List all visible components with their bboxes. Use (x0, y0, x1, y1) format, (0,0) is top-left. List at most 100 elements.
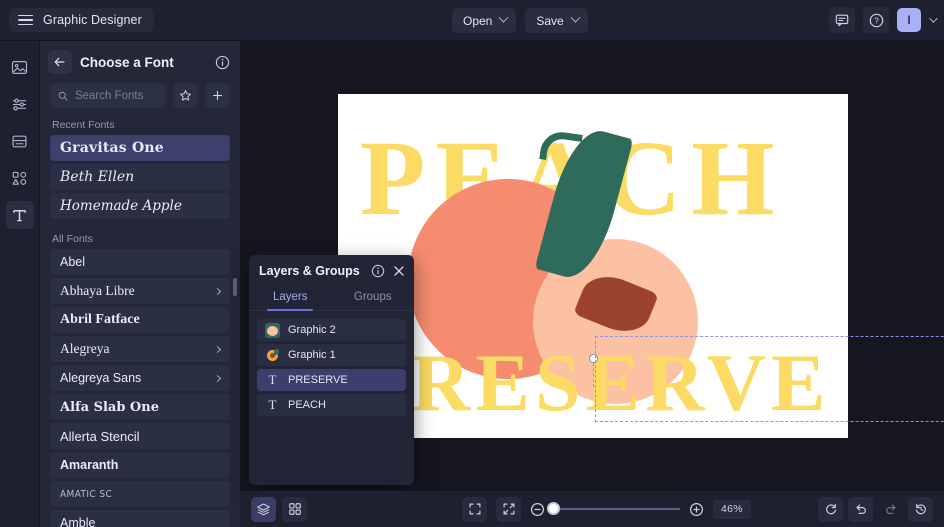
font-list-scrollbar[interactable] (233, 278, 237, 296)
collapse-arrows-icon (503, 503, 514, 515)
svg-text:?: ? (874, 16, 879, 25)
canvas-area[interactable]: PEACH PRESERVE Layers & Groups (240, 41, 944, 527)
chevron-down-icon (498, 12, 509, 23)
rail-item-layout-tool[interactable] (6, 127, 34, 155)
font-list-item[interactable]: Amble (50, 510, 230, 527)
font-list-item[interactable]: Alegreya Sans (50, 365, 230, 391)
font-list-item[interactable]: Beth Ellen (50, 164, 230, 190)
history-controls (818, 496, 933, 522)
top-bar-right: ? I (829, 7, 938, 33)
close-x-icon[interactable] (392, 264, 406, 278)
text-t-icon (13, 209, 26, 221)
open-label: Open (463, 13, 493, 28)
tool-rail (0, 41, 40, 527)
save-label: Save (536, 13, 564, 28)
zoom-slider-knob[interactable] (547, 502, 560, 515)
refresh-button[interactable] (818, 496, 843, 522)
chevron-down-icon[interactable] (929, 14, 938, 23)
font-panel-title: Choose a Font (80, 54, 174, 70)
layers-panel-title: Layers & Groups (259, 263, 360, 278)
font-list-item[interactable]: Abril Fatface (50, 307, 230, 333)
rail-item-shapes-tool[interactable] (6, 164, 34, 192)
info-circle-icon[interactable] (371, 264, 385, 278)
font-item-label: Alegreya (60, 341, 110, 356)
search-icon (58, 91, 68, 100)
favorite-fonts-button[interactable] (173, 83, 198, 108)
info-circle-icon[interactable] (215, 55, 230, 70)
text-t-icon: T (268, 397, 277, 412)
recent-fonts-label: Recent Fonts (52, 119, 115, 131)
grid-toggle-button[interactable] (282, 496, 307, 522)
chevron-right-icon[interactable] (213, 345, 222, 353)
redo-button[interactable] (878, 497, 903, 522)
font-list-item[interactable]: Amaranth (50, 452, 230, 478)
chevron-right-icon[interactable] (213, 287, 222, 295)
font-panel: Choose a Font Search Fonts Recent Fonts … (40, 41, 240, 527)
back-button[interactable] (48, 50, 72, 74)
font-list-item[interactable]: Abel (50, 249, 230, 275)
font-item-label: Abel (60, 255, 86, 269)
history-button[interactable] (908, 496, 933, 522)
font-list-item[interactable]: Allerta Stencil (50, 423, 230, 449)
zoom-level-value[interactable]: 46% (713, 499, 751, 519)
font-list-item[interactable]: Alegreya (50, 336, 230, 362)
redo-arrow-icon (885, 504, 896, 514)
chevron-down-icon (570, 12, 581, 23)
layer-thumbnail (265, 322, 280, 338)
add-font-button[interactable] (205, 83, 230, 108)
arrow-left-icon (54, 57, 65, 67)
layer-row[interactable]: T PEACH (257, 394, 406, 416)
layers-panel-tabs: Layers Groups (249, 286, 414, 311)
chevron-right-icon[interactable] (213, 374, 222, 382)
undo-button[interactable] (848, 496, 873, 522)
rail-item-image-tool[interactable] (6, 53, 34, 81)
zoom-slider[interactable] (547, 502, 680, 515)
font-item-label: Beth Ellen (60, 169, 135, 185)
font-list-item[interactable]: Homemade Apple (50, 193, 230, 219)
all-fonts-list: Abel Abhaya Libre Abril Fatface Alegreya Ale… (40, 249, 240, 527)
rail-item-text-tool[interactable] (5, 201, 34, 229)
avatar[interactable]: I (897, 8, 921, 32)
all-fonts-label: All Fonts (52, 233, 93, 245)
save-button[interactable]: Save (525, 8, 588, 33)
font-item-label: Abril Fatface (60, 312, 140, 327)
font-panel-header: Choose a Font (40, 41, 240, 83)
font-item-label: Abhaya Libre (60, 283, 135, 298)
font-list-item[interactable]: AMATIC SC (50, 481, 230, 507)
refresh-icon (825, 503, 836, 515)
fit-to-screen-button[interactable] (462, 496, 487, 522)
layer-row[interactable]: Graphic 2 (257, 319, 406, 341)
layer-row[interactable]: Graphic 1 (257, 344, 406, 366)
app-menu-button[interactable]: Graphic Designer (9, 8, 154, 32)
zoom-out-button[interactable] (530, 502, 545, 517)
layers-toggle-button[interactable] (251, 496, 276, 522)
font-item-label: Amble (60, 516, 96, 527)
font-list-item[interactable]: Gravitas One (50, 135, 230, 161)
layer-label: Graphic 1 (288, 349, 336, 361)
zoom-in-button[interactable] (689, 502, 704, 517)
font-item-label: AMATIC SC (60, 488, 113, 500)
layer-label: Graphic 2 (288, 324, 336, 336)
shrink-to-fit-button[interactable] (496, 496, 521, 522)
help-button[interactable]: ? (863, 7, 889, 33)
font-item-label: Gravitas One (60, 140, 164, 156)
search-input[interactable] (74, 89, 158, 102)
hamburger-icon (18, 14, 33, 26)
star-icon (180, 90, 191, 101)
font-list-item[interactable]: Abhaya Libre (50, 278, 230, 304)
open-button[interactable]: Open (452, 8, 517, 33)
layer-row[interactable]: T PRESERVE (257, 369, 406, 391)
tab-layers[interactable]: Layers (249, 286, 332, 311)
plus-icon (213, 91, 222, 100)
file-actions: Open Save (452, 8, 588, 33)
selection-anchor-line (593, 363, 594, 387)
search-input-wrap[interactable] (50, 83, 166, 108)
comment-button[interactable] (829, 7, 855, 33)
layer-label: PEACH (288, 399, 326, 411)
rail-item-adjust-tool[interactable] (6, 90, 34, 118)
font-list-item[interactable]: Alfa Slab One (50, 394, 230, 420)
layers-panel-header: Layers & Groups (249, 255, 414, 286)
comment-icon (835, 14, 849, 27)
tab-groups[interactable]: Groups (332, 286, 415, 310)
layer-label: PRESERVE (288, 374, 348, 386)
